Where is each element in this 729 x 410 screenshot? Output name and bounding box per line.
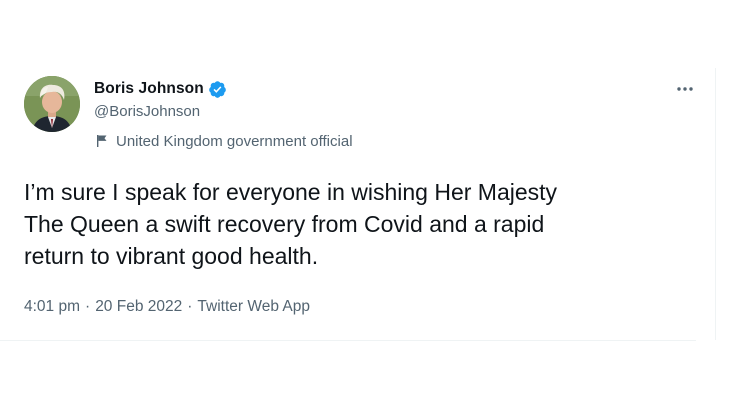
divider-vertical — [715, 68, 716, 340]
handle[interactable]: @BorisJohnson — [94, 103, 200, 120]
author-name-row[interactable]: Boris Johnson — [94, 78, 227, 100]
divider-horizontal — [0, 340, 696, 341]
flag-icon — [96, 134, 108, 148]
tweet-text-line: return to vibrant good health. — [24, 243, 319, 269]
more-options-button[interactable] — [672, 78, 698, 98]
tweet-text: I’m sure I speak for everyone in wishing… — [24, 176, 684, 272]
more-options-icon — [676, 79, 694, 97]
account-label[interactable]: United Kingdom government official — [96, 131, 353, 151]
tweet-text-line: I’m sure I speak for everyone in wishing… — [24, 179, 558, 205]
account-label-text: United Kingdom government official — [116, 132, 353, 150]
verified-badge-icon — [208, 80, 227, 99]
tweet-meta: 4:01 pm · 20 Feb 2022 · Twitter Web App — [24, 296, 310, 318]
tweet-date[interactable]: 20 Feb 2022 — [95, 298, 182, 316]
meta-separator: · — [85, 298, 91, 315]
tweet-text-line: The Queen a swift recovery from Covid an… — [24, 211, 545, 237]
avatar[interactable] — [24, 76, 80, 132]
meta-separator: · — [187, 298, 193, 315]
display-name[interactable]: Boris Johnson — [94, 80, 204, 98]
tweet-source[interactable]: Twitter Web App — [197, 298, 310, 316]
tweet-card: Boris Johnson @BorisJohnson United Kingd… — [0, 0, 729, 410]
tweet-time[interactable]: 4:01 pm — [24, 298, 80, 316]
